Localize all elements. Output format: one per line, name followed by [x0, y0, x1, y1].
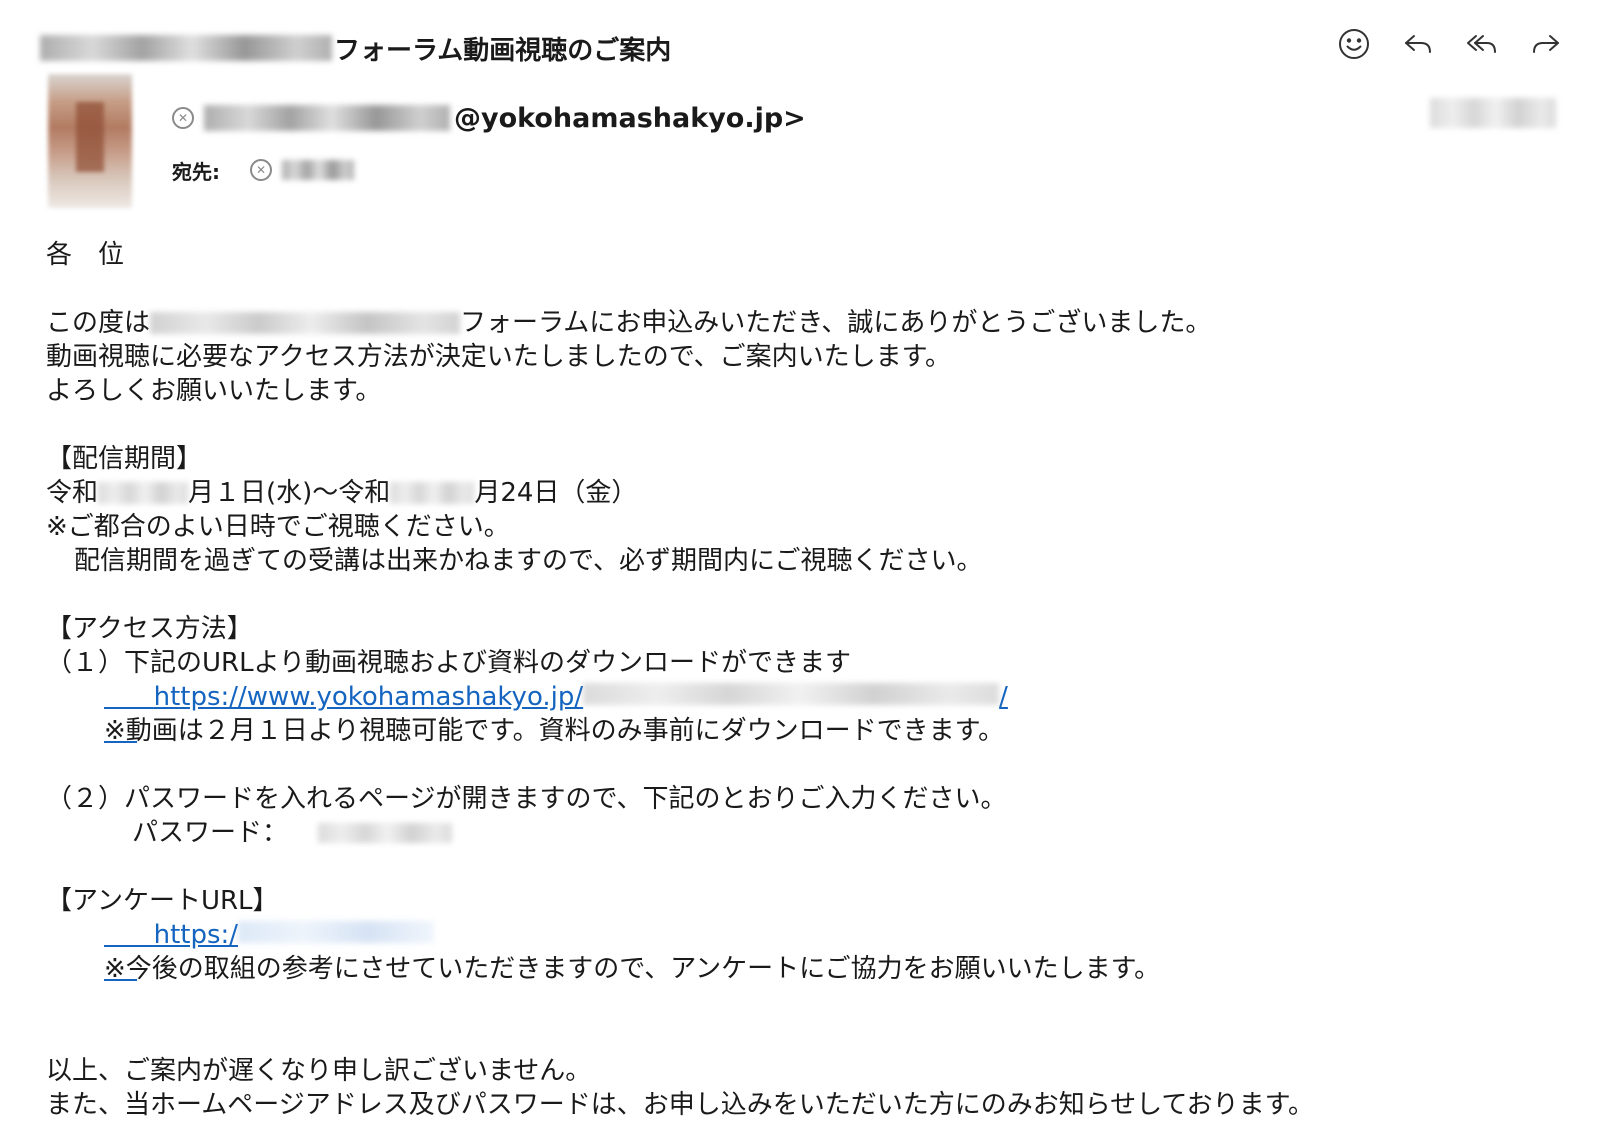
- redacted-event-name: [150, 312, 461, 334]
- period-text-a: 令和: [46, 478, 99, 508]
- reply-all-icon[interactable]: [1464, 24, 1500, 64]
- to-label: 宛先:: [172, 159, 220, 184]
- smiley-icon[interactable]: [1336, 24, 1372, 64]
- email-subject: フォーラム動画視聴のご案内: [40, 28, 671, 68]
- closing-line-1: 以上、ご案内が遅くなり申し訳ございません。: [46, 1056, 592, 1086]
- intro-text-a: この度は: [46, 308, 151, 338]
- survey-link-row: https:/: [46, 918, 1576, 952]
- survey-link-prefix: https:/: [153, 920, 239, 950]
- intro-line-2: 動画視聴に必要なアクセス方法が決定いたしましたので、ご案内いたします。: [46, 342, 952, 372]
- subject-text: フォーラム動画視聴のご案内: [334, 35, 672, 66]
- access-step-1-note: ※動画は２月１日より視聴可能です。資料のみ事前にダウンロードできます。: [104, 716, 1005, 746]
- period-text-c: 月24日（金）: [474, 478, 638, 508]
- message-actions: [1336, 24, 1564, 64]
- intro-text-b: フォーラムにお申込みいただき、誠にありがとうございました。: [460, 308, 1212, 338]
- access-step-2: （２）パスワードを入れるページが開きますので、下記のとおりご入力ください。: [46, 784, 1007, 814]
- period-heading: 【配信期間】: [46, 444, 203, 474]
- redacted-year-end: [390, 482, 475, 504]
- closing-line-2: また、当ホームページアドレス及びパスワードは、お申し込みをいただいた方にのみお知…: [46, 1090, 1315, 1120]
- sender-avatar: [48, 74, 132, 208]
- remove-recipient-icon[interactable]: ✕: [250, 159, 272, 181]
- video-link-suffix: /: [999, 682, 1008, 712]
- sender-address[interactable]: @yokohamashakyo.jp>: [454, 103, 806, 134]
- access-link-row: https://www.yokohamashakyo.jp/ /: [46, 680, 1576, 714]
- redacted-subject-prefix: [40, 35, 332, 61]
- intro-line-1: この度は フォーラムにお申込みいただき、誠にありがとうございました。: [46, 306, 1576, 340]
- survey-note: ※今後の取組の参考にさせていただきますので、アンケートにご協力をお願いいたします…: [104, 954, 1161, 984]
- video-link-prefix: https://www.yokohamashakyo.jp/: [153, 682, 584, 712]
- email-body: 各 位 この度は フォーラムにお申込みいただき、誠にありがとうございました。 動…: [46, 238, 1576, 1122]
- redacted-link-path: [583, 683, 1000, 705]
- reply-icon[interactable]: [1400, 24, 1436, 64]
- password-row: パスワード：: [46, 816, 1576, 850]
- period-note-2: 配信期間を過ぎての受講は出来かねますので、必ず期間内にご視聴ください。: [74, 546, 983, 576]
- redacted-password: [318, 823, 453, 843]
- remove-contact-icon[interactable]: ✕: [172, 107, 194, 129]
- email-header: フォーラム動画視聴のご案内 ✕ @yokohamashakyo.jp> 宛先: …: [0, 0, 1612, 215]
- forward-icon[interactable]: [1528, 24, 1564, 64]
- redacted-date: [1430, 98, 1556, 128]
- period-note-1: ※ご都合のよい日時でご視聴ください。: [46, 512, 510, 542]
- redacted-sender-name: [204, 105, 450, 131]
- salutation: 各 位: [46, 240, 125, 270]
- intro-line-3: よろしくお願いいたします。: [46, 376, 382, 406]
- redacted-recipient[interactable]: [282, 160, 354, 180]
- period-dates: 令和 月１日(水)〜令和 月24日（金）: [46, 476, 1576, 510]
- password-label: パスワード：: [132, 818, 289, 848]
- redacted-year-start: [98, 482, 189, 504]
- recipient-row: 宛先: ✕: [172, 153, 354, 187]
- redacted-survey-path: [238, 921, 435, 943]
- access-heading: 【アクセス方法】: [46, 614, 253, 644]
- sender-row: ✕ @yokohamashakyo.jp>: [172, 98, 806, 138]
- period-text-b: 月１日(水)〜令和: [188, 478, 391, 508]
